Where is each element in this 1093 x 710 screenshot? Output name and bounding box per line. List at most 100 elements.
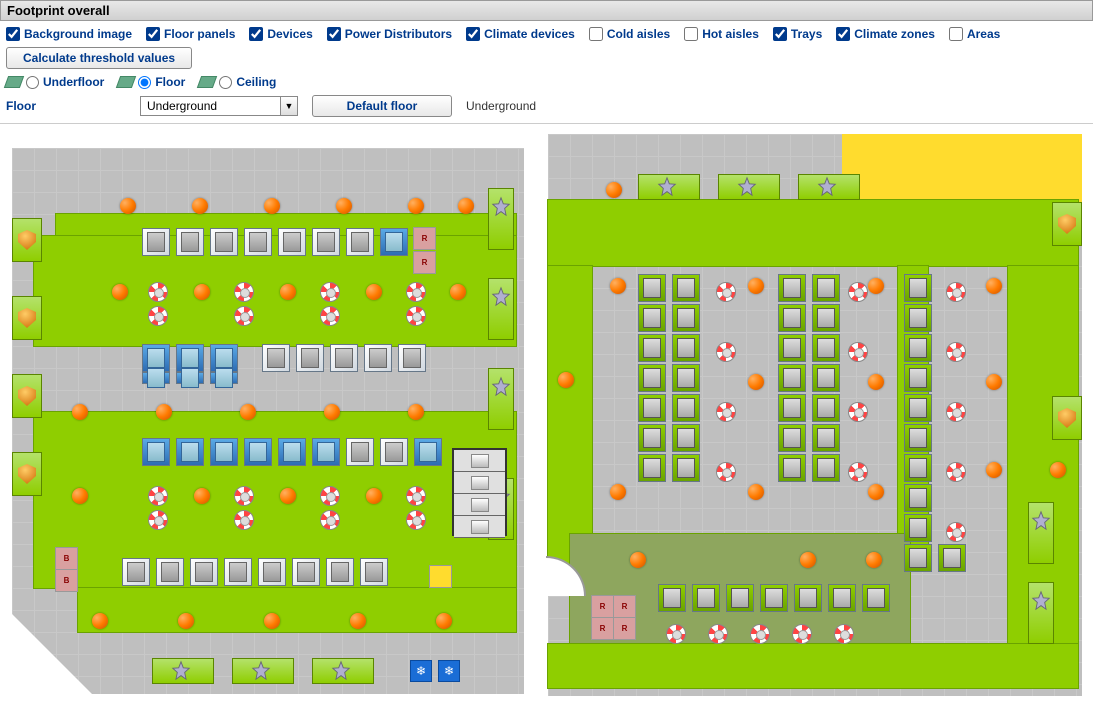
tile-r[interactable]: R	[414, 228, 435, 249]
rack[interactable]	[346, 438, 374, 466]
rack[interactable]	[346, 228, 374, 256]
sensor-dot[interactable]	[986, 462, 1002, 478]
rack[interactable]	[312, 228, 340, 256]
rack[interactable]	[760, 584, 788, 612]
rack[interactable]	[862, 584, 890, 612]
lifebuoy-icon[interactable]	[148, 306, 168, 326]
wall-device[interactable]	[12, 374, 42, 418]
room-right[interactable]: R R R R	[548, 134, 1082, 696]
sensor-dot[interactable]	[450, 284, 466, 300]
chk-climate-zones[interactable]: Climate zones	[836, 27, 935, 41]
sensor-dot[interactable]	[92, 613, 108, 629]
pdu-cabinet[interactable]	[452, 448, 507, 536]
lifebuoy-icon[interactable]	[946, 402, 966, 422]
lifebuoy-icon[interactable]	[716, 402, 736, 422]
rack[interactable]	[778, 394, 806, 422]
rack[interactable]	[176, 372, 204, 384]
rack[interactable]	[142, 372, 170, 384]
rack[interactable]	[672, 424, 700, 452]
sensor-dot[interactable]	[366, 488, 382, 504]
chk-background-image[interactable]: Background image	[6, 27, 132, 41]
wall-device[interactable]	[12, 218, 42, 262]
rack[interactable]	[122, 558, 150, 586]
lifebuoy-icon[interactable]	[234, 510, 254, 530]
lifebuoy-icon[interactable]	[320, 510, 340, 530]
rack[interactable]	[176, 228, 204, 256]
rack[interactable]	[190, 558, 218, 586]
lifebuoy-icon[interactable]	[750, 624, 770, 644]
lifebuoy-icon[interactable]	[320, 282, 340, 302]
sensor-dot[interactable]	[240, 404, 256, 420]
lifebuoy-icon[interactable]	[234, 282, 254, 302]
rack[interactable]	[672, 334, 700, 362]
sensor-dot[interactable]	[408, 198, 424, 214]
room-left[interactable]: /*placeholder*/ R R	[12, 148, 524, 694]
rack[interactable]	[638, 274, 666, 302]
chk-cold-input[interactable]	[589, 27, 603, 41]
rack[interactable]	[364, 344, 392, 372]
rack[interactable]	[262, 344, 290, 372]
lifebuoy-icon[interactable]	[946, 342, 966, 362]
rack[interactable]	[904, 424, 932, 452]
rack[interactable]	[692, 584, 720, 612]
chk-trays[interactable]: Trays	[773, 27, 822, 41]
sensor-dot[interactable]	[986, 374, 1002, 390]
rack[interactable]	[244, 228, 272, 256]
lifebuoy-icon[interactable]	[848, 462, 868, 482]
chk-devices[interactable]: Devices	[249, 27, 312, 41]
rack[interactable]	[778, 454, 806, 482]
lifebuoy-icon[interactable]	[716, 462, 736, 482]
rack[interactable]	[812, 394, 840, 422]
lifebuoy-icon[interactable]	[320, 486, 340, 506]
rack[interactable]	[312, 438, 340, 466]
tile-r[interactable]: R	[614, 596, 635, 617]
sensor-dot[interactable]	[800, 552, 816, 568]
rack[interactable]	[638, 364, 666, 392]
sensor-dot[interactable]	[120, 198, 136, 214]
chk-hot-input[interactable]	[684, 27, 698, 41]
rack[interactable]	[904, 274, 932, 302]
chk-trays-input[interactable]	[773, 27, 787, 41]
chk-floor-input[interactable]	[146, 27, 160, 41]
sensor-dot[interactable]	[156, 404, 172, 420]
rack[interactable]	[904, 484, 932, 512]
rack[interactable]	[156, 558, 184, 586]
sensor-dot[interactable]	[408, 404, 424, 420]
rack[interactable]	[812, 424, 840, 452]
rack[interactable]	[638, 334, 666, 362]
default-floor-button[interactable]: Default floor	[312, 95, 452, 117]
sensor-dot[interactable]	[280, 284, 296, 300]
rack[interactable]	[904, 364, 932, 392]
sensor-dot[interactable]	[1050, 462, 1066, 478]
pdu-slot[interactable]	[454, 450, 505, 472]
rack[interactable]	[812, 454, 840, 482]
wall-device[interactable]	[1052, 202, 1082, 246]
rack[interactable]	[638, 394, 666, 422]
radio-underfloor-input[interactable]	[26, 76, 39, 89]
sensor-dot[interactable]	[866, 552, 882, 568]
rack[interactable]	[726, 584, 754, 612]
rack[interactable]	[904, 454, 932, 482]
rack[interactable]	[210, 228, 238, 256]
rack[interactable]	[672, 454, 700, 482]
sensor-dot[interactable]	[868, 278, 884, 294]
lifebuoy-icon[interactable]	[234, 306, 254, 326]
calc-threshold-button[interactable]: Calculate threshold values	[6, 47, 192, 69]
lifebuoy-icon[interactable]	[946, 522, 966, 542]
lifebuoy-icon[interactable]	[946, 462, 966, 482]
chk-hot-aisles[interactable]: Hot aisles	[684, 27, 759, 41]
lifebuoy-icon[interactable]	[666, 624, 686, 644]
lifebuoy-icon[interactable]	[234, 486, 254, 506]
rack[interactable]	[828, 584, 856, 612]
sensor-dot[interactable]	[458, 198, 474, 214]
sensor-dot[interactable]	[748, 278, 764, 294]
sensor-dot[interactable]	[610, 278, 626, 294]
tile-r[interactable]: R	[592, 618, 613, 639]
tile-r[interactable]: R	[414, 252, 435, 273]
rack[interactable]	[398, 344, 426, 372]
tile-r[interactable]: R	[592, 596, 613, 617]
zone[interactable]	[34, 236, 516, 346]
rack[interactable]	[142, 228, 170, 256]
rack[interactable]	[658, 584, 686, 612]
wall-device[interactable]	[12, 296, 42, 340]
